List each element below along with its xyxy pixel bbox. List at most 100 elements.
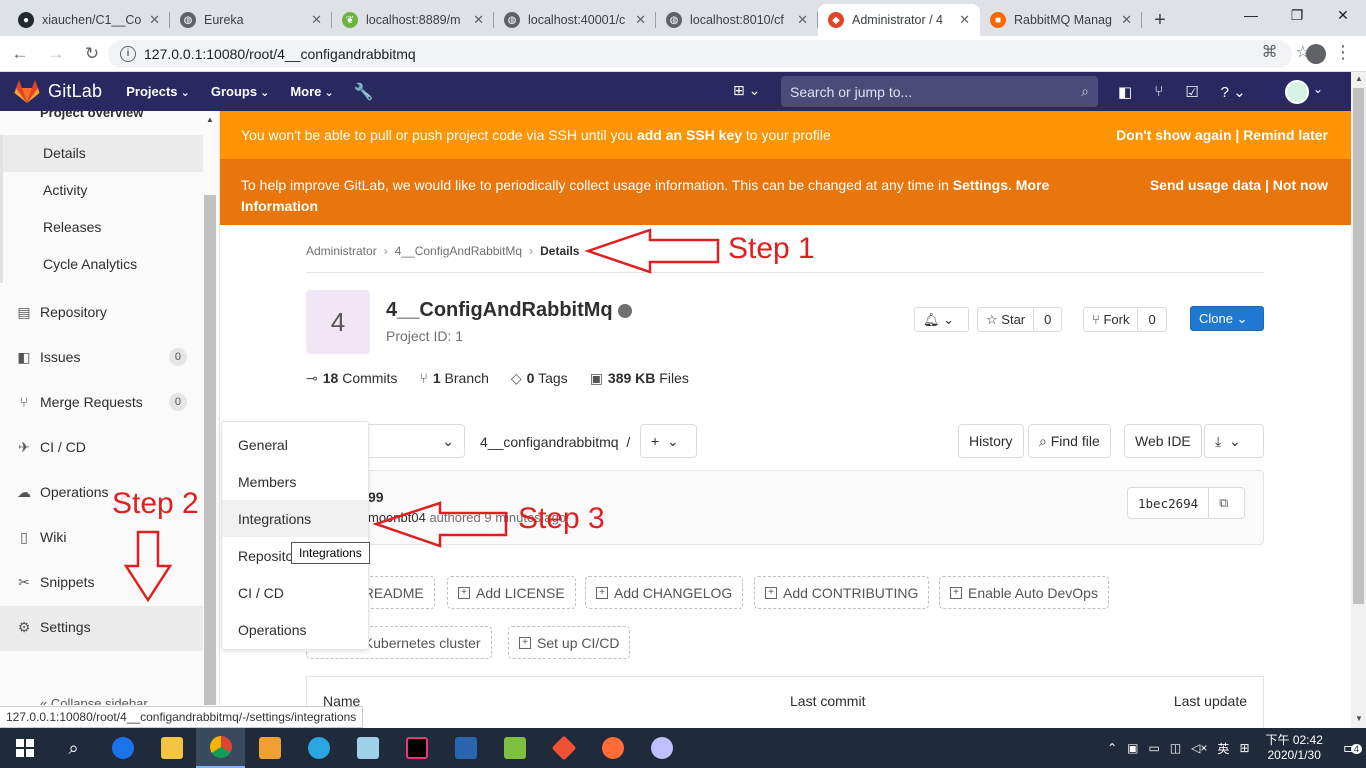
ime-language[interactable]: 英 [1217, 740, 1229, 757]
nav-more[interactable]: More [290, 84, 333, 99]
flyout-general[interactable]: General [222, 426, 368, 463]
issues-header-icon[interactable]: ◧ [1118, 83, 1132, 101]
notification-bell-button[interactable]: 🔔︎ ⌄ [914, 307, 969, 332]
flyout-ci-cd[interactable]: CI / CD [222, 574, 368, 611]
browser-tab[interactable]: ● xiauchen/C1__Co ✕ [8, 4, 170, 36]
tab-close-icon[interactable]: ✕ [1121, 12, 1132, 28]
breadcrumb-administrator[interactable]: Administrator [306, 244, 377, 258]
postman-icon[interactable] [588, 728, 637, 768]
sidebar-subitem-cycle-analytics[interactable]: Cycle Analytics [0, 246, 203, 283]
flyout-members[interactable]: Members [222, 463, 368, 500]
sidebar-subitem-releases[interactable]: Releases [0, 209, 203, 246]
sidebar-item-repository[interactable]: ▤ Repository [0, 291, 203, 336]
reload-icon[interactable]: ↻ [76, 38, 108, 70]
close-window-icon[interactable]: ✕ [1320, 0, 1366, 30]
tab-close-icon[interactable]: ✕ [635, 12, 646, 28]
edge-icon[interactable] [98, 728, 147, 768]
minimize-icon[interactable]: — [1228, 0, 1274, 30]
tab-close-icon[interactable]: ✕ [797, 12, 808, 28]
sidebar-scrollbar[interactable] [204, 195, 216, 705]
ie-icon[interactable] [294, 728, 343, 768]
chevron-down-icon[interactable]: ⌄ [1313, 82, 1323, 96]
windows-start-icon[interactable] [0, 728, 49, 768]
add-ssh-key-link[interactable]: add an SSH key [637, 127, 742, 143]
gitlab-logo[interactable]: GitLab [14, 79, 102, 104]
tab-close-icon[interactable]: ✕ [959, 12, 970, 28]
notepad-icon[interactable] [343, 728, 392, 768]
ime-mode-icon[interactable]: ⊞ [1239, 741, 1249, 755]
stat-commits[interactable]: ⊸ 18 Commits [306, 370, 397, 387]
sidebar-subitem-details[interactable]: Details [0, 135, 203, 172]
site-info-icon[interactable]: i [120, 46, 136, 62]
intellij-icon[interactable] [392, 728, 441, 768]
clone-button[interactable]: Clone ⌄ [1190, 306, 1264, 331]
browser-tab[interactable]: ◍ Eureka ✕ [170, 4, 332, 36]
usage-settings-link[interactable]: Settings [953, 177, 1008, 193]
browser-tab[interactable]: ❦ localhost:8889/m ✕ [332, 4, 494, 36]
fork-button[interactable]: ⑂ Fork 0 [1083, 307, 1167, 332]
sidebar-item-issues[interactable]: ◧ Issues 0 [0, 336, 203, 381]
forward-icon[interactable]: → [40, 38, 72, 70]
todos-icon[interactable]: ☑ [1185, 83, 1198, 101]
monitor-chart-icon[interactable] [490, 728, 539, 768]
volume-icon[interactable]: ◁× [1191, 741, 1207, 755]
commit-title[interactable]: 99 [368, 489, 384, 505]
page-scrollbar[interactable]: ▲ ▼ [1351, 72, 1366, 728]
breadcrumb-project[interactable]: 4__ConfigAndRabbitMq [395, 244, 522, 258]
stat-branches[interactable]: ⑂ 1 Branch [419, 370, 488, 387]
powershell-icon[interactable] [441, 728, 490, 768]
nav-projects[interactable]: Projects [126, 84, 190, 99]
scroll-up-arrow-icon[interactable]: ▲ [1355, 74, 1363, 83]
notification-center-icon[interactable]: ▭4 [1343, 738, 1362, 758]
back-icon[interactable]: ← [4, 38, 36, 70]
merge-requests-header-icon[interactable]: ⑂ [1154, 83, 1163, 101]
tab-close-icon[interactable]: ✕ [149, 12, 160, 28]
sidebar-item-wiki[interactable]: ▯ Wiki [0, 516, 203, 561]
flyout-operations[interactable]: Operations [222, 611, 368, 648]
profile-avatar-icon[interactable] [1306, 44, 1326, 64]
sidebar-item-merge-requests[interactable]: ⑂ Merge Requests 0 [0, 381, 203, 426]
collapse-sidebar-button[interactable]: « Collapse sidebar [40, 696, 148, 705]
copy-icon[interactable]: ⧉ [1209, 495, 1238, 511]
suggestion-button-set-up-ci-cd[interactable]: + Set up CI/CD [508, 626, 631, 659]
sidebar-subitem-activity[interactable]: Activity [0, 172, 203, 209]
suggestion-button-add-contributing[interactable]: + Add CONTRIBUTING [754, 576, 930, 609]
download-button[interactable]: ⤓ ⌄ [1204, 424, 1264, 458]
browser-tab[interactable]: ◍ localhost:8010/cf ✕ [656, 4, 818, 36]
network-icon[interactable]: ◫ [1170, 741, 1181, 755]
address-bar[interactable]: i 127.0.0.1:10080/root/4__configandrabbi… [108, 40, 1292, 68]
ssh-alert-actions[interactable]: Don't show again | Remind later [1116, 127, 1328, 143]
branch-selector[interactable]: ⌄ [360, 424, 465, 458]
outlook-icon[interactable] [245, 728, 294, 768]
sidebar-project-overview[interactable]: Project overview [40, 111, 143, 120]
search-taskbar-icon[interactable]: ⌕ [49, 728, 98, 768]
new-tab-button[interactable]: + [1142, 4, 1178, 36]
git-icon[interactable] [539, 728, 588, 768]
commit-author[interactable]: moonbt04 [368, 510, 426, 525]
usage-alert-actions[interactable]: Send usage data | Not now [1150, 175, 1328, 196]
add-file-dropdown[interactable]: + ⌄ [640, 424, 697, 458]
restore-icon[interactable]: ❐ [1274, 0, 1320, 30]
history-button[interactable]: History [958, 424, 1024, 458]
find-file-button[interactable]: ⌕ Find file [1028, 424, 1111, 458]
paint-icon[interactable] [637, 728, 686, 768]
nav-groups[interactable]: Groups [211, 84, 270, 99]
stat-files[interactable]: ▣ 389 KB Files [590, 370, 689, 387]
commit-sha-text[interactable]: 1bec2694 [1128, 488, 1210, 518]
scroll-down-arrow-icon[interactable]: ▼ [1355, 714, 1363, 723]
search-input[interactable]: Search or jump to... ⌕ [781, 76, 1098, 107]
star-button[interactable]: ☆ Star 0 [977, 307, 1063, 332]
browser-tab[interactable]: ◆ Administrator / 4 ✕ [818, 4, 980, 36]
browser-menu-icon[interactable]: ⋮ [1334, 42, 1352, 63]
admin-wrench-icon[interactable]: 🔧 [354, 82, 374, 102]
scrollbar-thumb[interactable] [1353, 88, 1364, 604]
flyout-integrations[interactable]: Integrations [222, 500, 368, 537]
file-explorer-icon[interactable] [147, 728, 196, 768]
scroll-up-arrow-icon[interactable]: ▲ [206, 115, 214, 124]
sidebar-item-ci-cd[interactable]: ✈ CI / CD [0, 426, 203, 471]
user-avatar[interactable] [1285, 80, 1309, 104]
translate-icon[interactable]: ⌘ [1262, 42, 1278, 62]
stat-tags[interactable]: ◇ 0 Tags [511, 370, 568, 387]
help-icon[interactable]: ? ⌄ [1221, 83, 1246, 101]
tab-close-icon[interactable]: ✕ [311, 12, 322, 28]
